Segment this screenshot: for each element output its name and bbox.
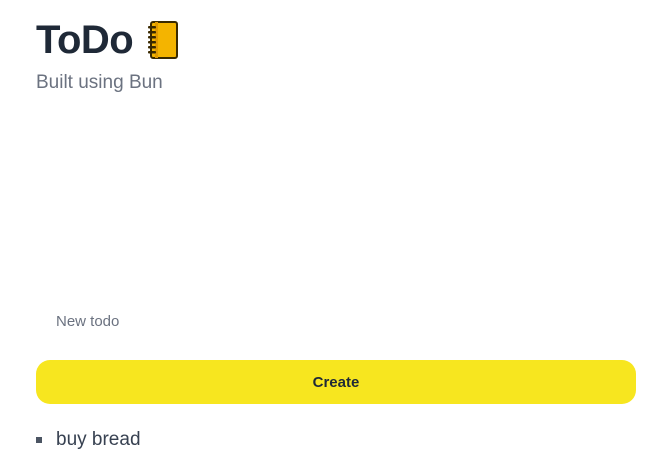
- bullet-icon: [36, 437, 42, 443]
- todo-list: buy bread: [36, 426, 141, 454]
- new-todo-input[interactable]: [36, 304, 636, 338]
- header: ToDo: [36, 14, 179, 66]
- subtitle: Built using Bun: [36, 72, 163, 93]
- notebook-icon: [147, 20, 179, 60]
- todo-text: buy bread: [56, 429, 141, 450]
- create-button[interactable]: Create: [36, 360, 636, 404]
- page-title: ToDo: [36, 17, 134, 62]
- list-item: buy bread: [36, 426, 141, 454]
